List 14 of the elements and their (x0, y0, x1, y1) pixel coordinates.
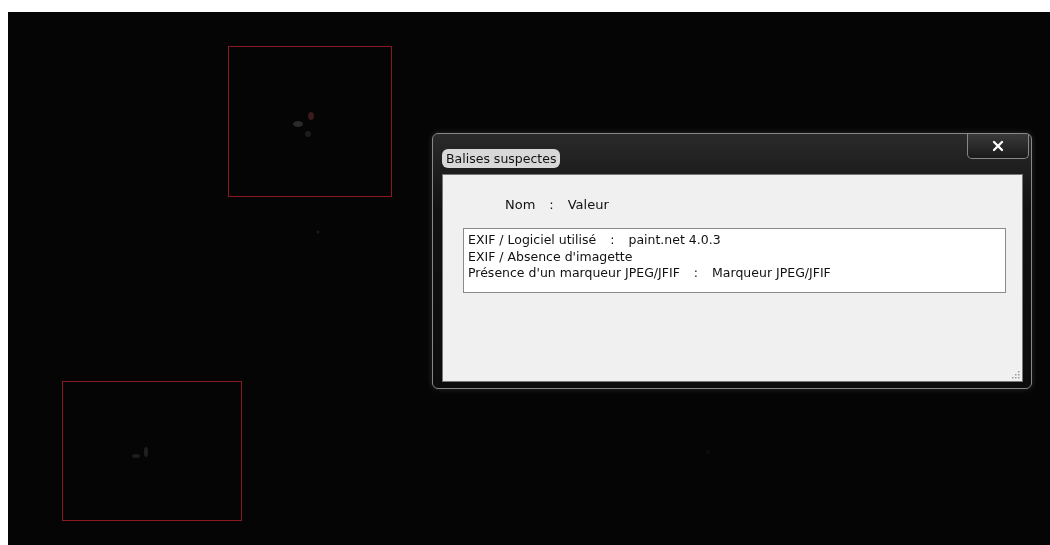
tag-name: EXIF / Logiciel utilisé (468, 232, 597, 249)
resize-grip-icon[interactable] (1012, 371, 1020, 379)
close-button[interactable] (967, 134, 1029, 159)
column-label: Valeur (567, 197, 609, 212)
separator: : (693, 265, 699, 282)
close-icon (990, 138, 1006, 154)
tag-value: paint.net 4.0.3 (628, 232, 721, 249)
separator: : (549, 197, 554, 212)
tag-name: Présence d'un marqueur JPEG/JFIF (468, 265, 680, 282)
column-label: Nom (505, 197, 536, 212)
window-title: Balises suspectes (442, 149, 561, 168)
tag-value: Marqueur JPEG/JFIF (712, 265, 831, 282)
tag-name: EXIF / Absence d'imagette (468, 248, 633, 265)
separator: : (610, 232, 615, 249)
